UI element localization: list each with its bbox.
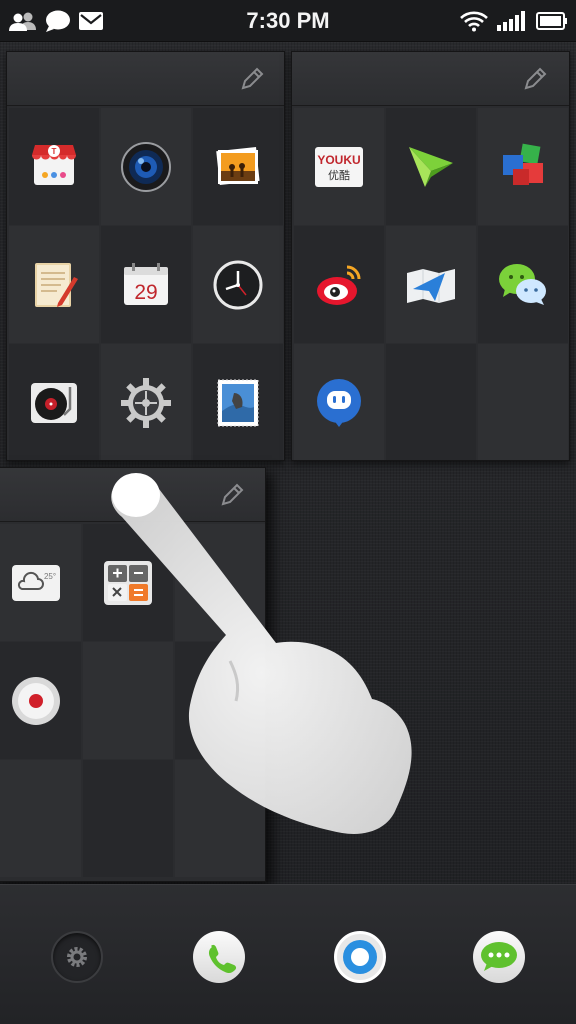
- panel-header[interactable]: [292, 52, 569, 106]
- home-screen: 7:30 PM T 29 YOUKU 优酷 25°: [0, 0, 576, 1024]
- app-photo[interactable]: [193, 344, 283, 460]
- dock-settings-button[interactable]: [51, 931, 103, 983]
- calendar-icon: 29: [124, 262, 168, 305]
- app-recorder[interactable]: [0, 642, 81, 759]
- empty-cell: [0, 760, 81, 877]
- dock-settings-icon: [67, 947, 87, 967]
- phone-icon: [208, 944, 237, 974]
- app-chat-ghost[interactable]: [294, 344, 384, 460]
- youku-icon: YOUKU 优酷: [315, 146, 363, 187]
- paper-plane-icon: [409, 146, 453, 187]
- weibo-icon: [317, 265, 361, 305]
- store-icon: T: [32, 144, 76, 185]
- signal-icon: [497, 11, 525, 31]
- music-player-icon: [31, 382, 77, 423]
- panel-header[interactable]: [7, 52, 284, 106]
- youku-label: YOUKU: [317, 153, 360, 167]
- calendar-date: 29: [134, 281, 157, 304]
- app-calculator[interactable]: [83, 524, 173, 641]
- dock-messages-button[interactable]: [473, 931, 525, 983]
- office-cubes-icon: [503, 143, 543, 185]
- calculator-icon: [104, 560, 152, 605]
- app-gallery[interactable]: [193, 108, 283, 225]
- app-maps[interactable]: [386, 226, 476, 343]
- panel-bottom[interactable]: 25°: [0, 467, 266, 882]
- gallery-icon: [216, 146, 260, 185]
- wechat-icon: [499, 263, 546, 305]
- app-clock[interactable]: [193, 226, 283, 343]
- svg-text:T: T: [52, 147, 57, 156]
- settings-gear-icon: [121, 377, 171, 428]
- photo-stamp-icon: [217, 379, 259, 426]
- app-music[interactable]: [9, 344, 99, 460]
- status-clock: 7:30 PM: [246, 8, 330, 33]
- wifi-icon: [460, 11, 488, 32]
- notes-icon: [35, 262, 78, 307]
- clock-icon: [213, 260, 263, 309]
- chat-ghost-icon: [317, 378, 361, 427]
- empty-cell: [175, 642, 265, 759]
- weather-icon: 25°: [12, 564, 60, 601]
- app-notes[interactable]: [9, 226, 99, 343]
- app-calendar[interactable]: 29: [101, 226, 191, 343]
- dock: [0, 884, 576, 1024]
- app-office[interactable]: [478, 108, 568, 225]
- pencil-edit-icon[interactable]: [522, 66, 548, 92]
- app-paper-plane[interactable]: [386, 108, 476, 225]
- maps-icon: [407, 268, 455, 303]
- panel-top-right[interactable]: YOUKU 优酷: [291, 51, 570, 461]
- battery-icon: [536, 12, 567, 30]
- panel-header[interactable]: [0, 468, 265, 522]
- weather-temp: 25°: [44, 572, 56, 581]
- dock-browser-button[interactable]: [334, 931, 386, 983]
- app-wechat[interactable]: [478, 226, 568, 343]
- pencil-edit-icon[interactable]: [239, 66, 265, 92]
- panel-top-left[interactable]: T 29: [6, 51, 285, 461]
- empty-cell: [478, 344, 568, 460]
- pencil-edit-icon[interactable]: [219, 482, 245, 508]
- app-store[interactable]: T: [9, 108, 99, 225]
- status-bar: 7:30 PM: [0, 0, 576, 42]
- empty-cell: [175, 760, 265, 877]
- dock-phone-button[interactable]: [193, 931, 245, 983]
- messages-icon: [481, 942, 517, 971]
- camera-icon: [121, 141, 171, 192]
- app-youku[interactable]: YOUKU 优酷: [294, 108, 384, 225]
- empty-cell: [83, 760, 173, 877]
- app-weibo[interactable]: [294, 226, 384, 343]
- app-weather[interactable]: 25°: [0, 524, 81, 641]
- youku-sub-label: 优酷: [328, 169, 350, 182]
- empty-cell: [386, 344, 476, 460]
- empty-cell: [175, 524, 265, 641]
- browser-icon: [343, 940, 377, 974]
- app-settings[interactable]: [101, 344, 191, 460]
- app-camera[interactable]: [101, 108, 191, 225]
- empty-cell: [83, 642, 173, 759]
- recorder-icon: [12, 676, 60, 725]
